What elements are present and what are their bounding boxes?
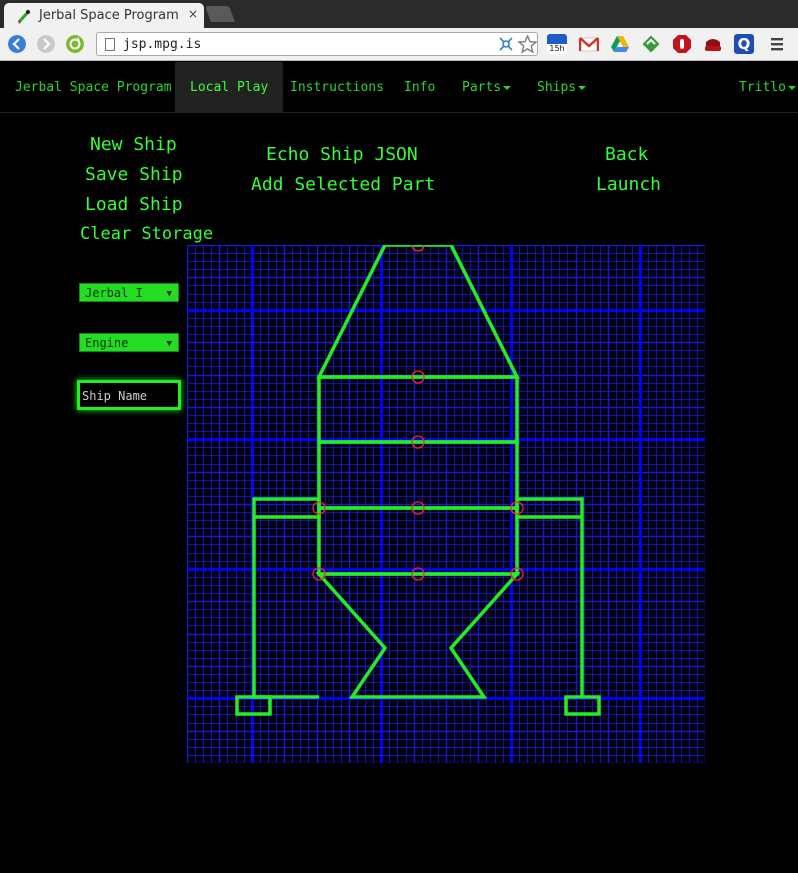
pilot-select-value: Jerbal I — [85, 286, 143, 300]
tab-close-icon[interactable]: × — [188, 7, 198, 21]
gmail-icon[interactable] — [579, 34, 599, 54]
nav-item-local-play[interactable]: Local Play — [175, 62, 284, 113]
calendar-badge: 15h — [547, 44, 567, 54]
star-icon[interactable] — [518, 35, 537, 54]
browser-toolbar: jsp.mpg.is 15h Q — [0, 28, 798, 61]
chevron-down-icon: ▼ — [166, 339, 172, 349]
reload-icon[interactable] — [66, 35, 84, 53]
drive-icon[interactable] — [610, 34, 630, 54]
browser-tab[interactable]: Jerbal Space Program × — [4, 3, 204, 28]
tab-favicon-icon — [17, 9, 31, 24]
part-select[interactable]: Engine ▼ — [79, 333, 179, 352]
chevron-down-icon — [503, 85, 512, 90]
nav-item-ships[interactable]: Ships — [537, 62, 587, 113]
q-icon[interactable]: Q — [734, 34, 754, 54]
extension-icon[interactable] — [641, 34, 661, 54]
page-icon — [105, 38, 115, 51]
clear-storage-button[interactable]: Clear Storage — [80, 224, 213, 244]
nav-brand[interactable]: Jerbal Space Program — [15, 62, 172, 113]
launch-button[interactable]: Launch — [596, 174, 661, 195]
back-button[interactable]: Back — [605, 144, 648, 165]
nav-item-parts-label: Parts — [462, 80, 502, 95]
nav-item-ships-label: Ships — [537, 80, 577, 95]
site-navbar: Jerbal Space Program Local Play Instruct… — [0, 62, 798, 113]
menu-icon[interactable] — [767, 34, 787, 54]
nav-item-user[interactable]: Tritlo — [739, 62, 796, 113]
ship-name-placeholder: Ship Name — [82, 389, 148, 403]
adblock-icon[interactable] — [672, 34, 692, 54]
ship-name-input[interactable]: Ship Name — [77, 380, 181, 410]
new-ship-button[interactable]: New Ship — [90, 134, 177, 155]
add-selected-part-button[interactable]: Add Selected Part — [251, 174, 435, 195]
nav-item-info[interactable]: Info — [404, 62, 435, 113]
ship-editor-canvas[interactable] — [187, 245, 705, 763]
echo-ship-json-button[interactable]: Echo Ship JSON — [266, 144, 418, 165]
pocket-icon[interactable] — [703, 34, 723, 54]
chevron-down-icon: ▼ — [166, 289, 172, 299]
address-bar[interactable]: jsp.mpg.is — [96, 32, 538, 56]
nav-item-instructions[interactable]: Instructions — [290, 62, 384, 113]
url-text: jsp.mpg.is — [123, 37, 202, 52]
new-tab-button[interactable] — [205, 6, 235, 22]
back-icon[interactable] — [8, 35, 26, 53]
load-ship-button[interactable]: Load Ship — [85, 194, 183, 215]
part-select-value: Engine — [85, 336, 129, 350]
nav-item-parts[interactable]: Parts — [462, 62, 512, 113]
chevron-down-icon — [578, 85, 587, 90]
chevron-down-icon — [787, 85, 796, 90]
forward-icon[interactable] — [37, 35, 55, 53]
browser-tabstrip: Jerbal Space Program × — [0, 0, 798, 28]
tab-title: Jerbal Space Program — [39, 8, 179, 23]
translate-icon[interactable] — [498, 36, 515, 53]
pilot-select[interactable]: Jerbal I ▼ — [79, 283, 179, 302]
save-ship-button[interactable]: Save Ship — [85, 164, 183, 185]
calendar-icon[interactable]: 15h — [547, 34, 567, 54]
nav-item-user-label: Tritlo — [739, 80, 786, 95]
